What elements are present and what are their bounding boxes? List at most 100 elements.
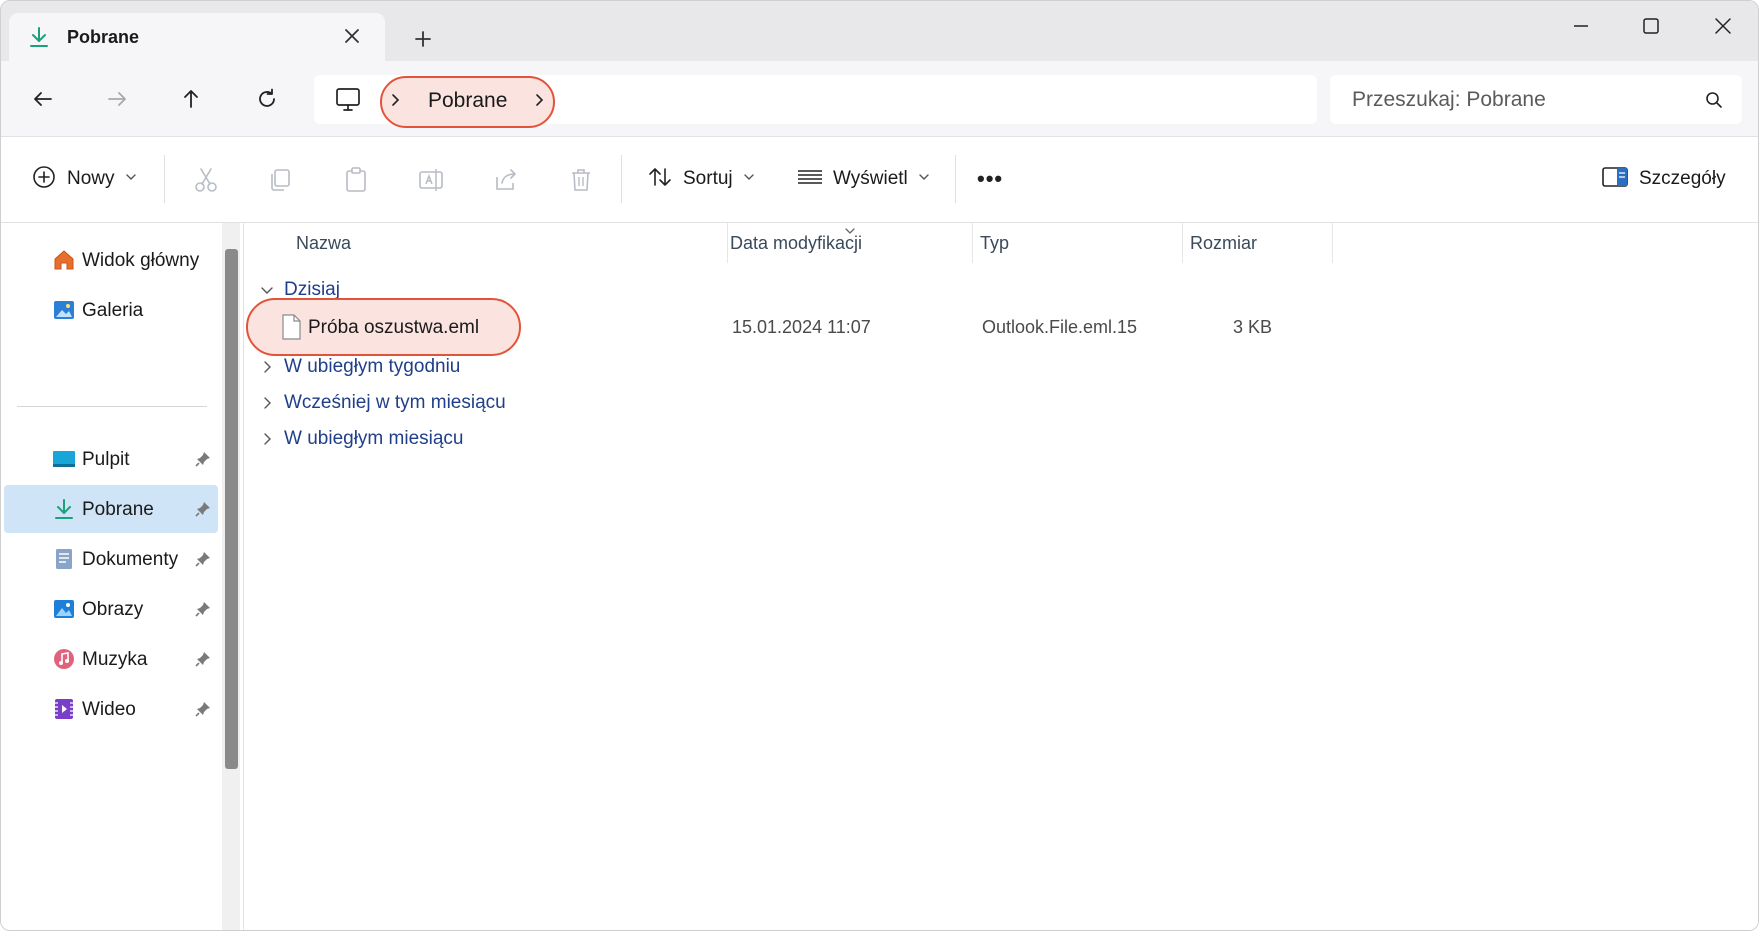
video-icon — [52, 697, 76, 721]
sidebar-item-music[interactable]: Muzyka — [4, 635, 218, 683]
column-separator[interactable] — [1182, 223, 1183, 263]
address-path-segment[interactable]: Pobrane — [428, 89, 507, 113]
pin-icon[interactable] — [194, 500, 212, 518]
more-options-button[interactable]: ••• — [977, 159, 1003, 199]
sidebar-item-label: Wideo — [82, 699, 136, 720]
copy-icon — [271, 169, 290, 191]
column-header-size[interactable]: Rozmiar — [1190, 233, 1257, 254]
address-bar[interactable]: Pobrane — [314, 75, 1317, 128]
cut-button[interactable] — [189, 163, 223, 197]
group-header-last-month[interactable]: W ubiegłym miesiącu — [260, 424, 464, 454]
column-separator[interactable] — [727, 223, 728, 263]
home-icon — [52, 248, 76, 272]
plus-circle-icon — [31, 164, 57, 195]
pictures-icon — [52, 597, 76, 621]
trash-icon — [572, 169, 590, 191]
arrow-left-icon — [34, 92, 52, 106]
close-window-button[interactable] — [1693, 7, 1753, 43]
refresh-button[interactable] — [247, 79, 287, 119]
chevron-right-icon[interactable] — [532, 91, 548, 114]
group-label: Wcześniej w tym miesiącu — [284, 392, 506, 413]
back-button[interactable] — [23, 79, 63, 119]
search-icon[interactable] — [1703, 89, 1725, 116]
navigation-sidebar: Widok główny Galeria Pulpit Pobrane Doku… — [1, 223, 244, 930]
column-header-type[interactable]: Typ — [980, 233, 1009, 254]
sidebar-item-home[interactable]: Widok główny — [4, 236, 218, 284]
arrow-right-icon — [108, 92, 126, 106]
chevron-right-icon — [264, 361, 271, 373]
sidebar-item-label: Muzyka — [82, 649, 148, 670]
pin-icon[interactable] — [194, 600, 212, 618]
title-bar: Pobrane — [1, 1, 1758, 61]
column-header-name[interactable]: Nazwa — [296, 233, 351, 254]
chevron-down-icon — [743, 170, 755, 188]
delete-button[interactable] — [564, 163, 598, 197]
chevron-down-icon — [261, 287, 273, 294]
clipboard-icon — [346, 167, 366, 192]
sidebar-item-videos[interactable]: Wideo — [4, 685, 218, 733]
sort-arrows-icon — [647, 164, 673, 195]
navigation-bar: Pobrane — [1, 61, 1758, 136]
more-dots-icon: ••• — [977, 166, 1004, 191]
rename-button[interactable] — [414, 163, 448, 197]
view-button[interactable]: Wyświetl — [797, 159, 930, 199]
refresh-icon — [259, 88, 275, 107]
sort-button[interactable]: Sortuj — [647, 159, 755, 199]
toolbar-divider — [621, 155, 622, 203]
file-row[interactable]: Próba oszustwa.eml 15.01.2024 11:07 Outl… — [246, 298, 1346, 356]
scissors-icon — [195, 168, 217, 192]
details-pane-icon — [1601, 165, 1629, 194]
file-name: Próba oszustwa.eml — [308, 317, 480, 338]
computer-icon[interactable] — [334, 87, 362, 113]
forward-button[interactable] — [97, 79, 137, 119]
gallery-icon — [52, 298, 76, 322]
sidebar-item-documents[interactable]: Dokumenty — [4, 535, 218, 583]
pin-icon[interactable] — [194, 650, 212, 668]
paste-button[interactable] — [339, 163, 373, 197]
pin-icon[interactable] — [194, 450, 212, 468]
copy-button[interactable] — [264, 163, 298, 197]
column-header-date[interactable]: Data modyfikacji — [730, 233, 862, 254]
search-box — [1330, 75, 1742, 124]
command-toolbar: Nowy Sortuj Wyświetl ••• Szczegóły — [1, 136, 1758, 223]
tab-title: Pobrane — [67, 27, 140, 47]
sidebar-item-gallery[interactable]: Galeria — [4, 286, 218, 334]
pin-icon[interactable] — [194, 700, 212, 718]
up-button[interactable] — [171, 79, 211, 119]
sidebar-item-desktop[interactable]: Pulpit — [4, 435, 218, 483]
download-icon — [52, 497, 76, 521]
sidebar-item-label: Widok główny — [82, 250, 200, 271]
search-input[interactable] — [1330, 75, 1680, 124]
sidebar-item-downloads[interactable]: Pobrane — [4, 485, 218, 533]
sidebar-item-label: Pobrane — [82, 499, 154, 520]
file-type: Outlook.File.eml.15 — [982, 317, 1138, 337]
new-tab-plus-icon[interactable] — [409, 25, 437, 53]
view-list-icon — [797, 164, 823, 195]
tab-pobrane[interactable]: Pobrane — [9, 13, 385, 61]
close-icon — [1715, 18, 1731, 34]
group-header-last-week[interactable]: W ubiegłym tygodniu — [260, 352, 460, 382]
chevron-right-icon[interactable] — [388, 91, 404, 114]
chevron-right-icon — [264, 397, 271, 409]
pin-icon[interactable] — [194, 550, 212, 568]
sidebar-item-pictures[interactable]: Obrazy — [4, 585, 218, 633]
file-list-pane: Nazwa Data modyfikacji Typ Rozmiar Dzisi… — [244, 223, 1758, 930]
column-separator[interactable] — [1332, 223, 1333, 263]
file-date: 15.01.2024 11:07 — [732, 317, 871, 337]
details-pane-button[interactable]: Szczegóły — [1601, 159, 1726, 199]
download-icon — [27, 25, 51, 49]
group-header-earlier-this-month[interactable]: Wcześniej w tym miesiącu — [260, 388, 506, 418]
maximize-button[interactable] — [1621, 7, 1681, 43]
new-button[interactable]: Nowy — [31, 159, 137, 199]
share-button[interactable] — [489, 163, 523, 197]
sidebar-scrollbar-thumb[interactable] — [225, 249, 238, 769]
file-size: 3 KB — [1232, 317, 1272, 337]
close-tab-icon[interactable] — [339, 23, 365, 49]
chevron-right-icon — [264, 433, 271, 445]
minimize-button[interactable] — [1551, 7, 1611, 43]
column-separator[interactable] — [972, 223, 973, 263]
chevron-down-icon — [125, 170, 137, 188]
sidebar-item-label: Dokumenty — [82, 549, 179, 570]
toolbar-divider — [164, 155, 165, 203]
view-button-label: Wyświetl — [833, 168, 908, 189]
